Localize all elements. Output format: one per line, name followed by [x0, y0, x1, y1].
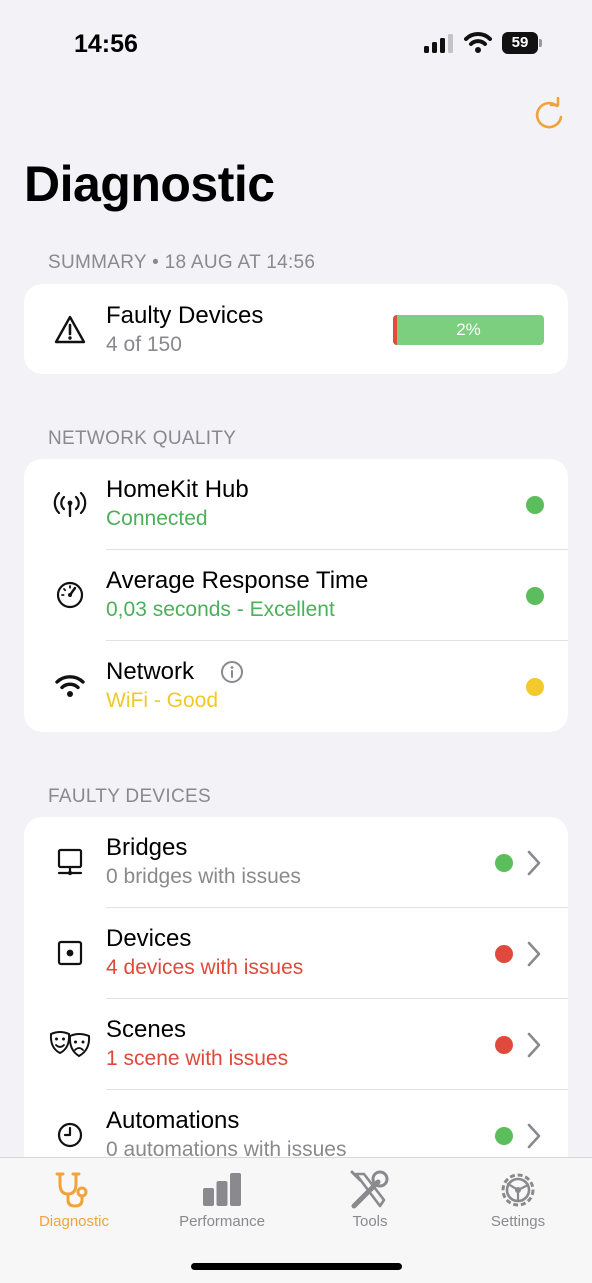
info-icon[interactable] — [220, 660, 244, 684]
scenes-title: Scenes — [106, 1016, 187, 1043]
tab-performance[interactable]: Performance — [148, 1158, 296, 1248]
home-indicator — [191, 1263, 402, 1270]
faulty-devices-header: FAULTY DEVICES — [48, 786, 211, 807]
network-title: Network — [106, 658, 195, 685]
homekit-hub-row: HomeKit Hub Connected — [24, 459, 568, 550]
network-quality-header: NETWORK QUALITY — [48, 428, 237, 449]
theater-masks-icon — [49, 1031, 91, 1058]
network-quality-card: HomeKit Hub Connected Average Response T… — [24, 459, 568, 732]
bridge-icon — [57, 848, 83, 876]
bar-chart-icon — [203, 1173, 241, 1206]
tab-label: Performance — [179, 1213, 265, 1230]
tab-label: Diagnostic — [38, 1213, 110, 1230]
warning-icon — [54, 315, 86, 344]
bridges-title: Bridges — [106, 834, 188, 861]
device-icon — [57, 940, 83, 966]
average-response-time-title: Average Response Time — [106, 567, 369, 594]
refresh-icon[interactable] — [531, 97, 567, 133]
faulty-progress-bar: 2% — [393, 315, 544, 345]
faulty-devices-count: 4 of 150 — [106, 333, 182, 356]
gauge-icon — [56, 581, 84, 609]
status-dot — [495, 854, 513, 872]
status-time: 14:56 — [74, 30, 138, 58]
average-response-time-row: Average Response Time 0,03 seconds - Exc… — [24, 550, 568, 641]
devices-status: 4 devices with issues — [106, 956, 304, 979]
stethoscope-icon — [55, 1172, 88, 1208]
bridges-row[interactable]: Bridges 0 bridges with issues — [24, 817, 568, 908]
gear-icon — [501, 1173, 535, 1207]
homekit-hub-status: Connected — [106, 507, 208, 530]
chevron-right-icon — [527, 941, 541, 967]
status-dot — [526, 678, 544, 696]
antenna-icon — [53, 491, 87, 518]
battery-icon: 59 — [502, 32, 542, 54]
chevron-right-icon — [527, 1123, 541, 1149]
network-status: WiFi - Good — [106, 689, 219, 712]
status-dot — [495, 1036, 513, 1054]
average-response-time-value: 0,03 seconds - Excellent — [106, 598, 335, 621]
tab-settings[interactable]: Settings — [444, 1158, 592, 1248]
battery-level: 59 — [502, 32, 538, 54]
network-row: Network WiFi - Good — [24, 641, 568, 732]
faulty-progress-label: 2% — [456, 320, 481, 339]
homekit-hub-title: HomeKit Hub — [106, 476, 249, 503]
automations-title: Automations — [106, 1107, 240, 1134]
summary-header: SUMMARY • 18 AUG AT 14:56 — [48, 252, 316, 273]
tools-icon — [350, 1170, 389, 1209]
automations-status: 0 automations with issues — [106, 1138, 347, 1157]
tab-tools[interactable]: Tools — [296, 1158, 444, 1248]
scenes-status: 1 scene with issues — [106, 1047, 289, 1070]
wifi-icon — [55, 675, 85, 697]
faulty-devices-title: Faulty Devices — [106, 302, 264, 329]
status-dot — [495, 1127, 513, 1145]
clock-icon — [57, 1122, 83, 1148]
cellular-signal-icon — [424, 34, 453, 53]
devices-row[interactable]: Devices 4 devices with issues — [24, 908, 568, 999]
wifi-status-icon — [464, 32, 492, 53]
scenes-row[interactable]: Scenes 1 scene with issues — [24, 999, 568, 1090]
summary-card: Faulty Devices 4 of 150 2% — [24, 284, 568, 374]
faulty-devices-summary-row: Faulty Devices 4 of 150 2% — [24, 284, 568, 374]
devices-title: Devices — [106, 925, 192, 952]
automations-row[interactable]: Automations 0 automations with issues — [24, 1090, 568, 1157]
tab-label: Settings — [490, 1213, 546, 1230]
bridges-status: 0 bridges with issues — [106, 865, 301, 888]
status-dot — [495, 945, 513, 963]
chevron-right-icon — [527, 1032, 541, 1058]
tab-diagnostic[interactable]: Diagnostic — [0, 1158, 148, 1248]
faulty-devices-card: Bridges 0 bridges with issues Devices 4 … — [24, 817, 568, 1157]
tab-label: Tools — [352, 1213, 388, 1230]
status-dot — [526, 587, 544, 605]
page-title: Diagnostic — [24, 156, 275, 212]
chevron-right-icon — [527, 850, 541, 876]
status-dot — [526, 496, 544, 514]
